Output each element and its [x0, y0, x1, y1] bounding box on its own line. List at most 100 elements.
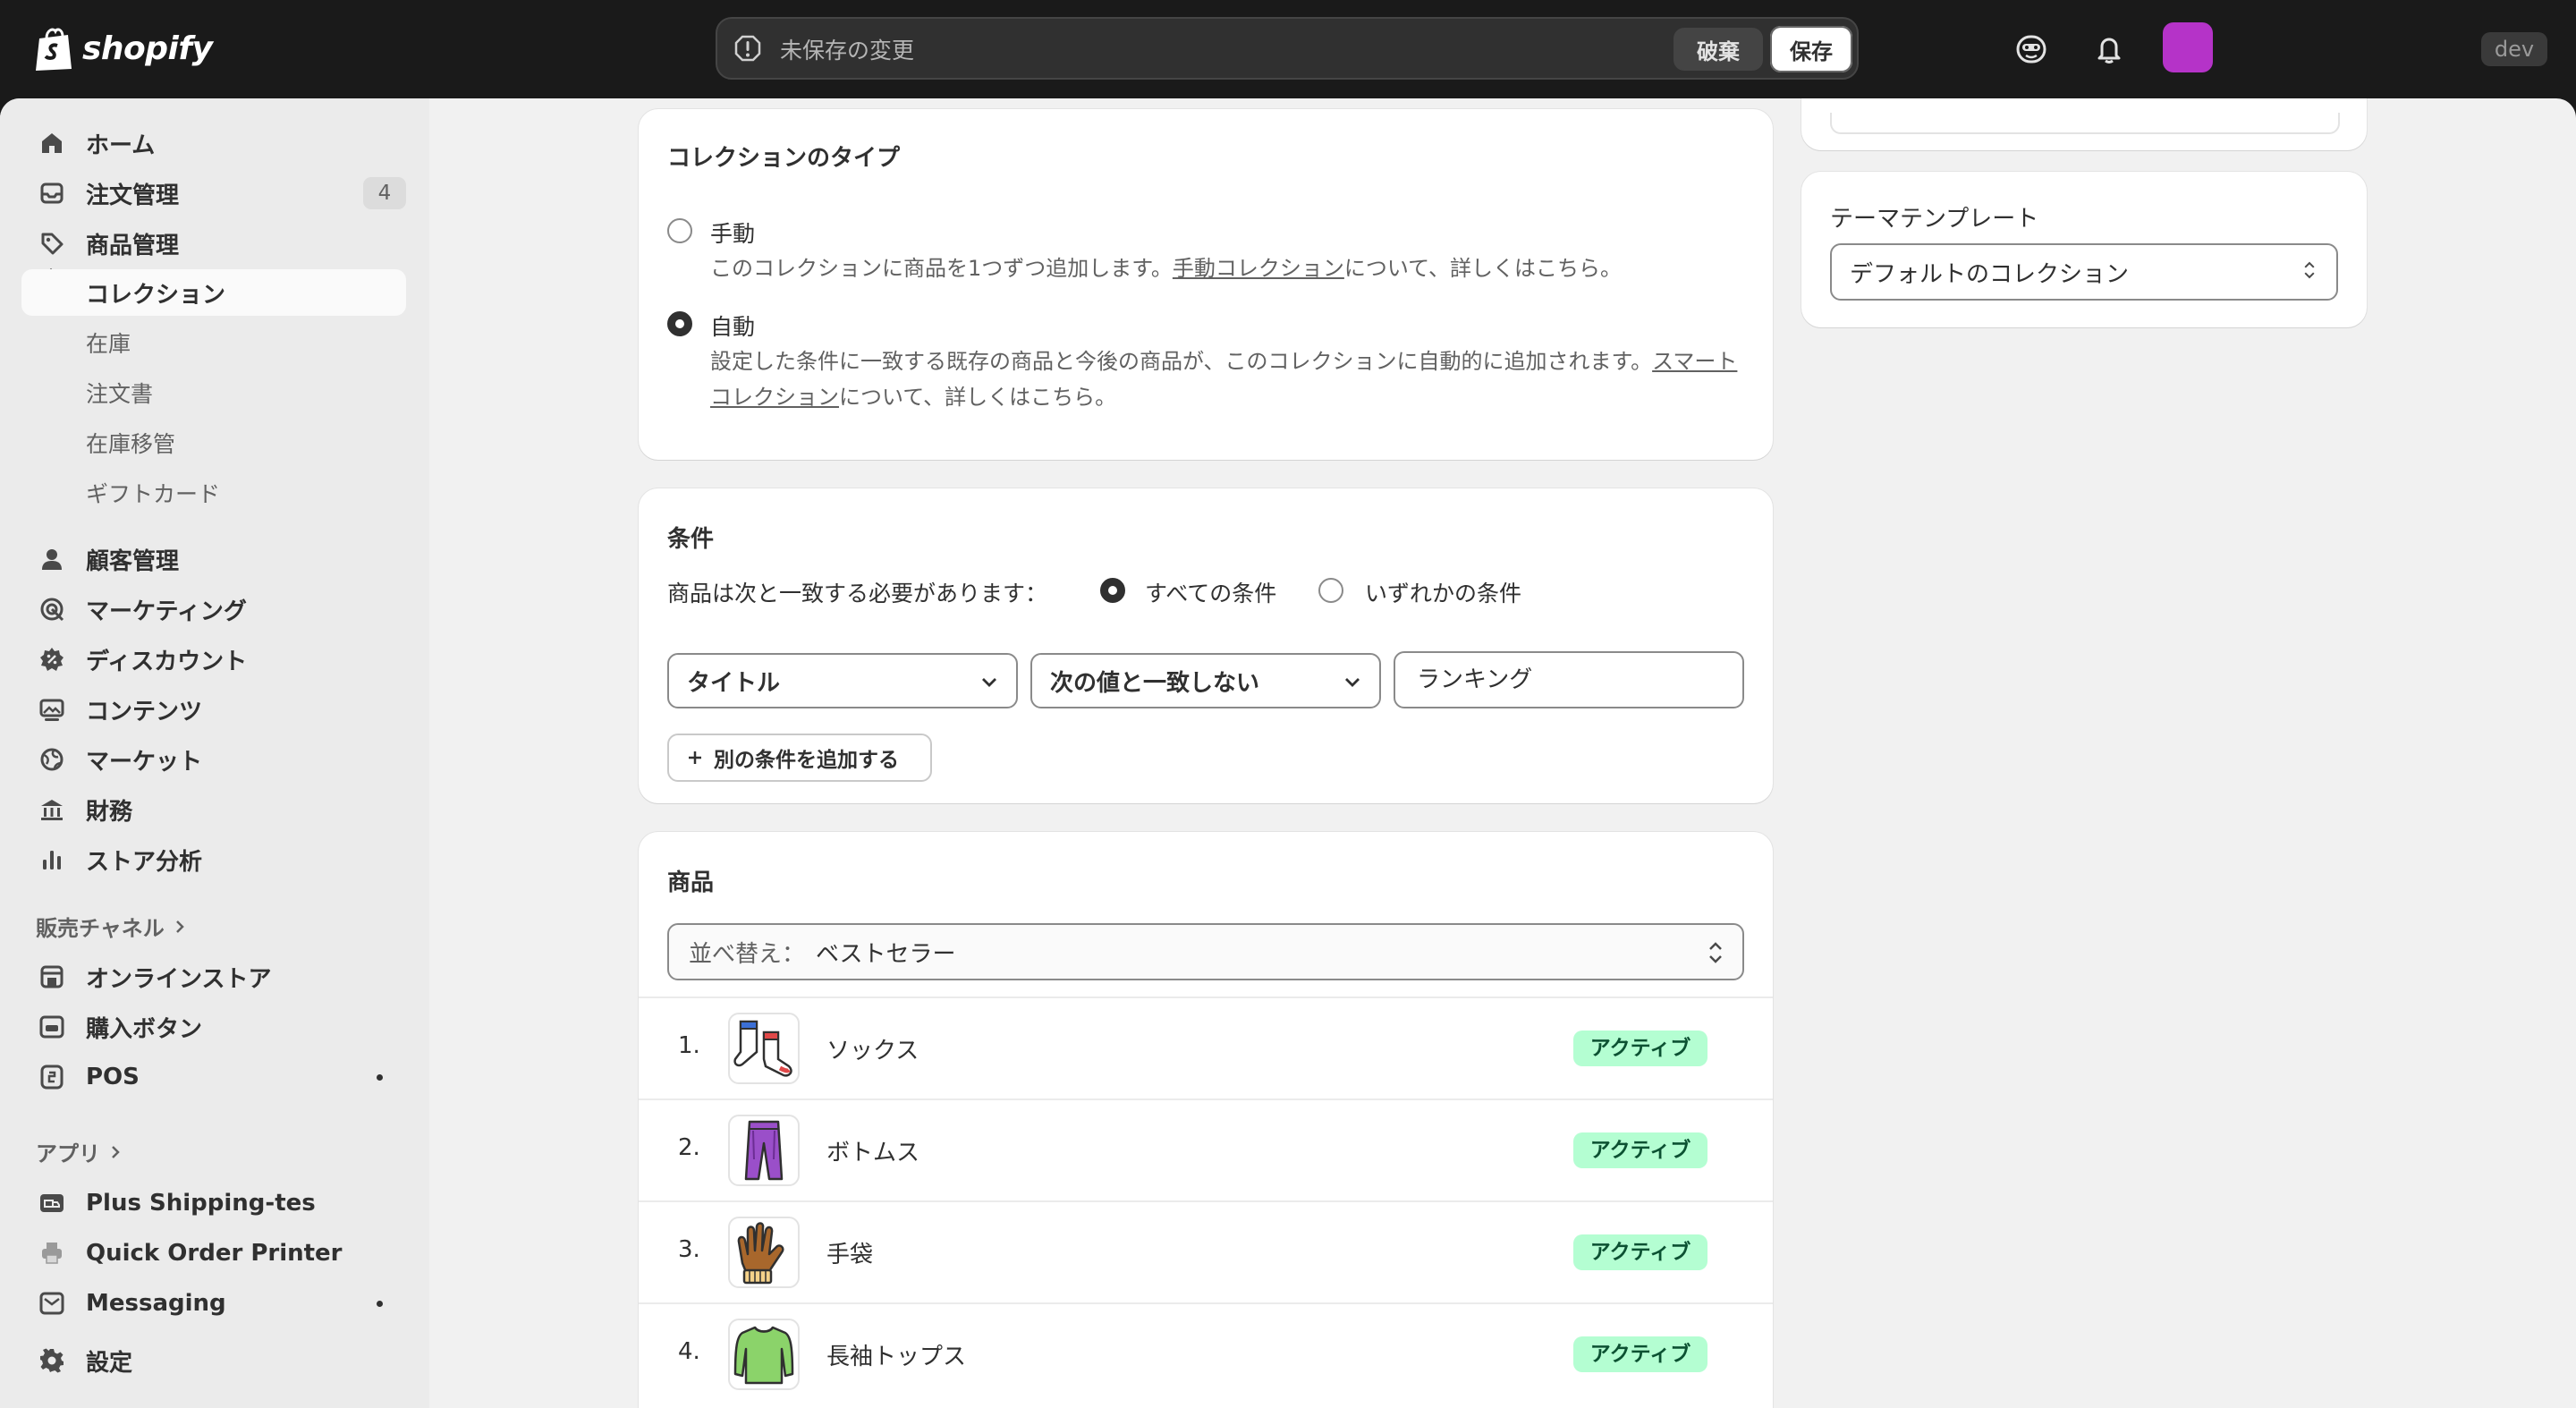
- sidebar-item-plus-shipping[interactable]: Plus Shipping-tes: [21, 1179, 406, 1227]
- sidebar-item-messaging[interactable]: Messaging: [21, 1279, 406, 1327]
- manual-label[interactable]: 手動: [710, 216, 755, 249]
- target-icon: [36, 593, 68, 625]
- sidebar-item-orders[interactable]: 注文管理 4: [21, 169, 406, 217]
- match-prompt: 商品は次と一致する必要があります：: [667, 581, 1048, 606]
- pos-icon: [36, 1061, 68, 1093]
- shipping-app-icon: [36, 1187, 68, 1219]
- product-row[interactable]: 1. ソックス アクティブ: [639, 997, 1773, 1098]
- automatic-label[interactable]: 自動: [710, 310, 755, 342]
- dev-badge[interactable]: dev: [2481, 32, 2547, 66]
- smart-collection-link[interactable]: スマート: [1652, 349, 1737, 374]
- sidebar-item-marketing[interactable]: マーケティング: [21, 585, 406, 633]
- shopify-logo[interactable]: shopify: [34, 21, 213, 75]
- buy-button-icon: [36, 1011, 68, 1043]
- product-name: ソックス: [826, 1038, 919, 1064]
- sort-select[interactable]: 並べ替え： ベストセラー: [667, 923, 1744, 980]
- apps-heading[interactable]: アプリ: [36, 1136, 122, 1167]
- condition-operator-value: 次の値と一致しない: [1050, 669, 1260, 697]
- manual-desc-suffix: について、詳しくはこちら。: [1343, 256, 1622, 281]
- sidebar-subitem-inventory[interactable]: 在庫: [21, 319, 406, 366]
- sidebar-item-online-store[interactable]: オンラインストア: [21, 953, 406, 1001]
- theme-template-select[interactable]: デフォルトのコレクション: [1830, 243, 2338, 301]
- sidebar-item-label: 注文管理: [86, 182, 180, 209]
- sort-value: ベストセラー: [816, 940, 956, 968]
- bank-icon: [36, 793, 68, 826]
- theme-template-card: テーマテンプレート デフォルトのコレクション: [1801, 172, 2367, 327]
- tag-icon: [36, 227, 68, 259]
- sidebar-item-discounts[interactable]: ディスカウント: [21, 635, 406, 683]
- manual-collection-link[interactable]: 手動コレクション: [1173, 256, 1344, 281]
- product-rank: 2.: [678, 1134, 700, 1161]
- product-row[interactable]: 2. ボトムス アクティブ: [639, 1098, 1773, 1200]
- sales-channels-heading[interactable]: 販売チャネル: [36, 911, 186, 942]
- sidebar-subitem-label: ギフトカード: [86, 481, 221, 507]
- status-badge: アクティブ: [1573, 1234, 1707, 1270]
- product-name: 長袖トップス: [826, 1344, 967, 1370]
- bell-icon[interactable]: [2089, 30, 2129, 69]
- manual-radio[interactable]: [667, 218, 692, 243]
- sidebar-item-home[interactable]: ホーム: [21, 119, 406, 167]
- longsleeve-image: [728, 1319, 800, 1390]
- manual-desc-text: このコレクションに商品を1つずつ追加します。: [710, 256, 1173, 281]
- top-bar: shopify 未保存の変更 破棄 保存 dev: [0, 0, 2576, 98]
- sidebar-item-products[interactable]: 商品管理: [21, 219, 406, 267]
- admin-frame: ホーム 注文管理 4 商品管理 コレクション 在庫 注文書 在庫移管 ギフトカー…: [0, 98, 2576, 1408]
- sidebar-item-label: マーケティング: [86, 598, 247, 625]
- store-avatar[interactable]: [2163, 22, 2213, 72]
- products-card: 商品 並べ替え： ベストセラー 1. ソックス アクティブ 2. ボトムス アク…: [639, 832, 1773, 1408]
- content-icon: [36, 693, 68, 725]
- sidebar-subitem-transfers[interactable]: 在庫移管: [21, 420, 406, 466]
- auto-desc-text: 設定した条件に一致する既存の商品と今後の商品が、このコレクションに自動的に追加さ…: [710, 349, 1653, 374]
- person-icon: [36, 543, 68, 575]
- collection-type-card: コレクションのタイプ 手動 このコレクションに商品を1つずつ追加します。手動コレ…: [639, 109, 1773, 460]
- sidebar-item-label: 商品管理: [86, 232, 180, 259]
- smart-collection-link-2[interactable]: コレクション: [710, 385, 839, 410]
- products-title: 商品: [667, 869, 715, 896]
- save-button[interactable]: 保存: [1770, 26, 1852, 72]
- condition-field-select[interactable]: タイトル: [667, 653, 1018, 708]
- inbox-icon: [36, 177, 68, 209]
- all-conditions-label[interactable]: すべての条件: [1145, 576, 1276, 608]
- add-condition-button[interactable]: 別の条件を追加する: [667, 734, 932, 782]
- sidebar-item-buy-button[interactable]: 購入ボタン: [21, 1003, 406, 1051]
- sidebar-item-quick-order-printer[interactable]: Quick Order Printer: [21, 1229, 406, 1277]
- sidebar-item-pos[interactable]: POS: [21, 1053, 406, 1101]
- sidebar-item-customers[interactable]: 顧客管理: [21, 535, 406, 583]
- all-conditions-radio[interactable]: [1100, 578, 1125, 603]
- product-rank: 4.: [678, 1338, 700, 1365]
- previous-input-bottom: [1830, 113, 2340, 134]
- sidebar-subitem-gift-cards[interactable]: ギフトカード: [21, 470, 406, 516]
- product-name: 手袋: [826, 1242, 874, 1268]
- messaging-status-dot: [377, 1301, 383, 1307]
- sidebar-item-analytics[interactable]: ストア分析: [21, 835, 406, 884]
- sidebar-subitem-purchase-orders[interactable]: 注文書: [21, 369, 406, 416]
- chart-icon: [36, 844, 68, 876]
- sidebar-subitem-collections[interactable]: コレクション: [21, 269, 406, 316]
- automatic-radio[interactable]: [667, 311, 692, 336]
- updown-chevron-icon: [1709, 942, 1722, 963]
- unsaved-changes-text: 未保存の変更: [780, 38, 915, 64]
- sidebar-item-label: Plus Shipping-tes: [86, 1190, 316, 1217]
- product-row[interactable]: 3. 手袋 アクティブ: [639, 1200, 1773, 1302]
- product-rank: 3.: [678, 1236, 700, 1263]
- sidebar-subitem-label: 在庫: [86, 331, 131, 357]
- condition-value-input[interactable]: ランキング: [1394, 651, 1744, 708]
- product-row[interactable]: 4. 長袖トップス アクティブ: [639, 1302, 1773, 1404]
- discard-button[interactable]: 破棄: [1674, 28, 1763, 71]
- any-condition-radio[interactable]: [1318, 578, 1343, 603]
- auto-desc-suffix: について、詳しくはこちら。: [839, 385, 1117, 410]
- sidekick-icon[interactable]: [2012, 30, 2051, 69]
- sidebar-item-label: 購入ボタン: [86, 1015, 203, 1043]
- any-condition-label[interactable]: いずれかの条件: [1365, 576, 1521, 608]
- sidebar-item-content[interactable]: コンテンツ: [21, 685, 406, 734]
- sidebar-item-settings[interactable]: 設定: [21, 1336, 406, 1385]
- conditions-card: 条件 商品は次と一致する必要があります： すべての条件 いずれかの条件 タイトル…: [639, 488, 1773, 803]
- chevron-down-icon: [1345, 678, 1360, 687]
- socks-image: [728, 1013, 800, 1084]
- sidebar-subitem-label: コレクション: [86, 281, 226, 309]
- gloves-image: [728, 1217, 800, 1288]
- sidebar-item-label: 財務: [86, 798, 133, 826]
- sidebar-item-finance[interactable]: 財務: [21, 785, 406, 834]
- condition-operator-select[interactable]: 次の値と一致しない: [1030, 653, 1381, 708]
- sidebar-item-markets[interactable]: マーケット: [21, 735, 406, 784]
